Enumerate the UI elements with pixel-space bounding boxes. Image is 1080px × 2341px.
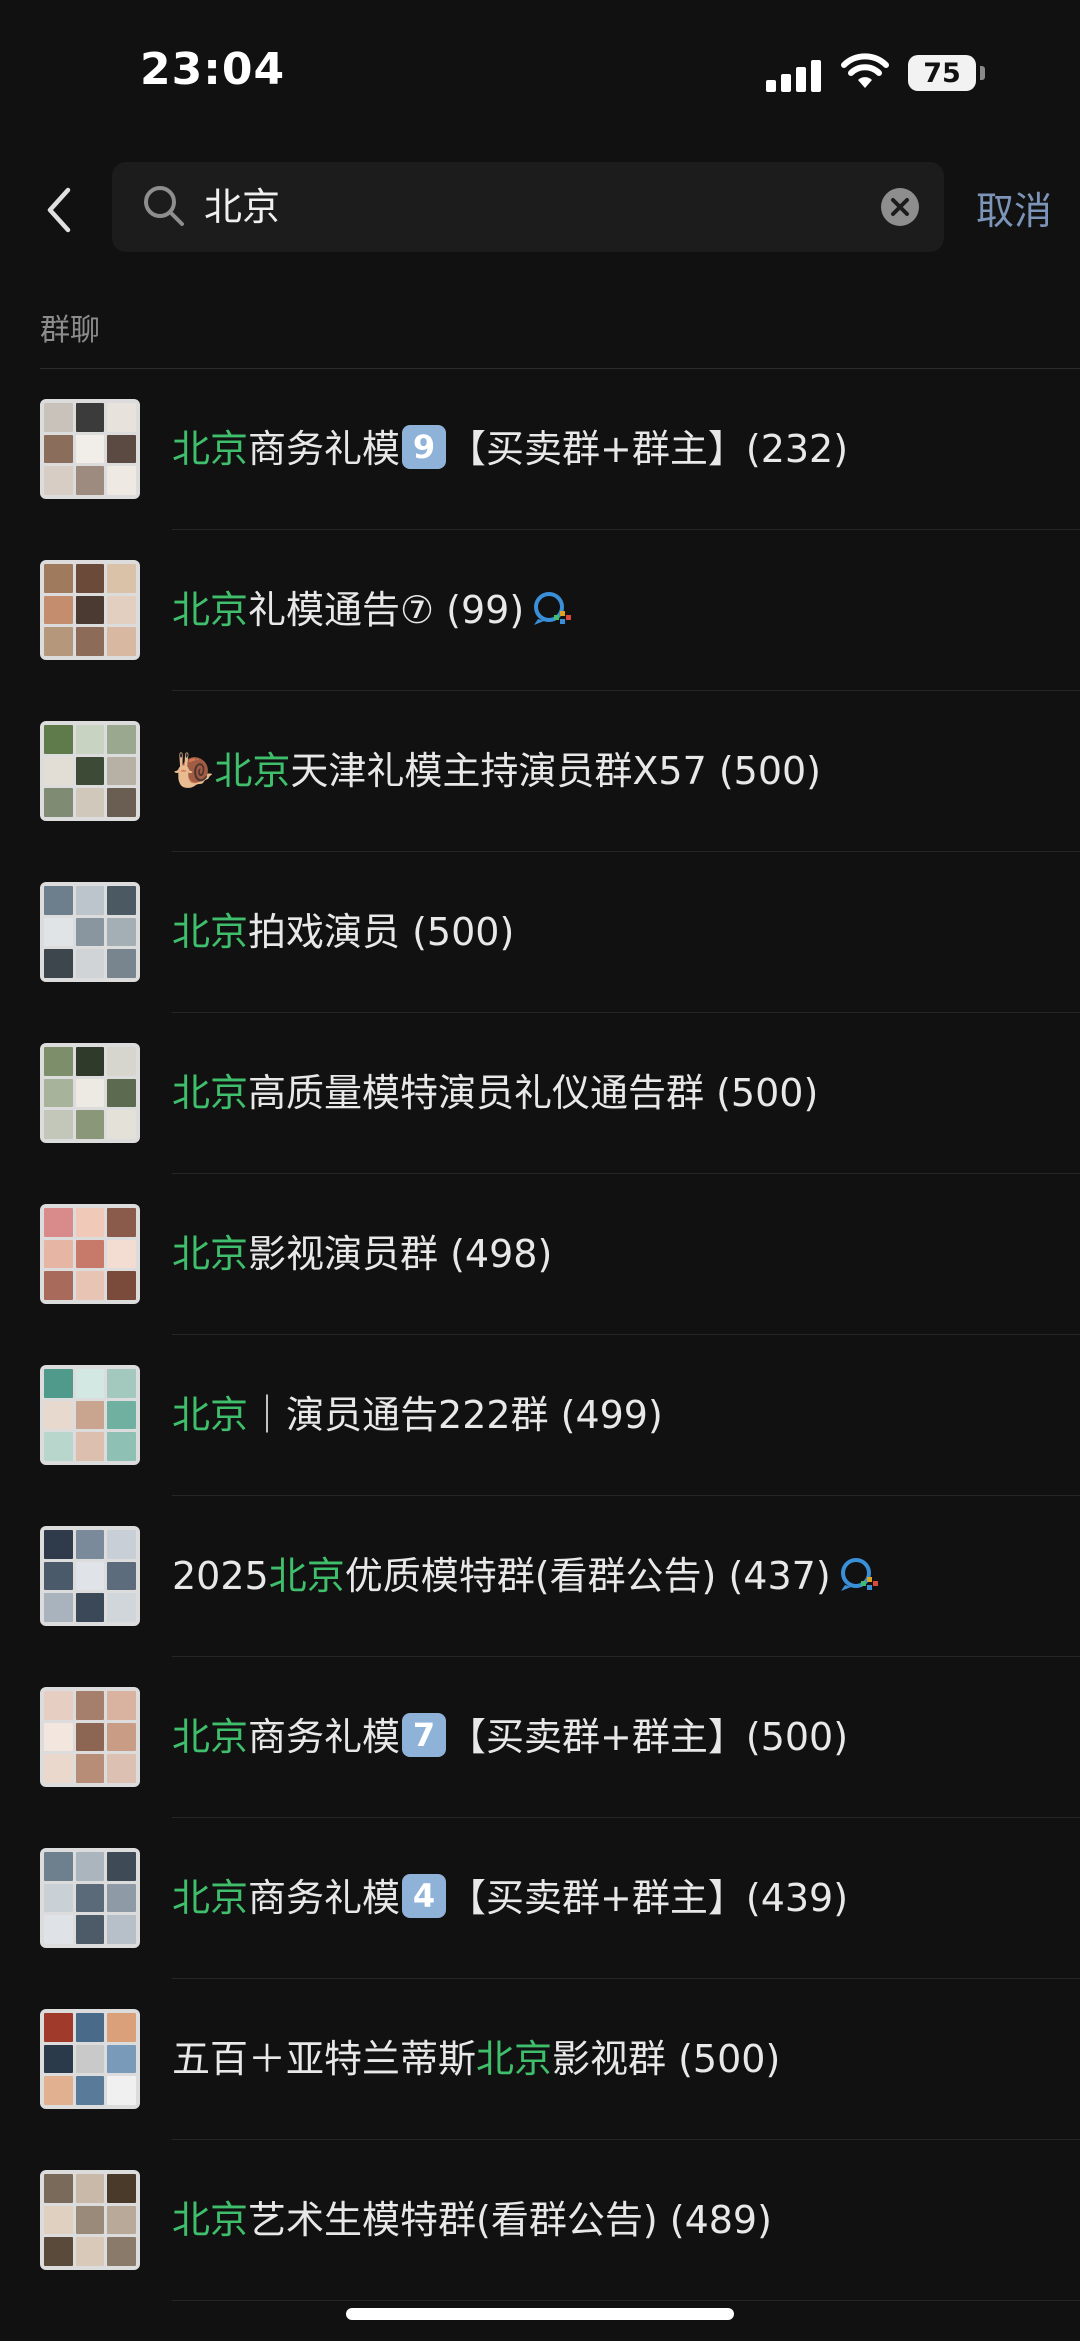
group-avatar [40, 1848, 140, 1948]
group-chat-row[interactable]: 五百＋亚特兰蒂斯北京影视群 (500) [0, 1979, 1080, 2140]
group-chat-name: 北京｜演员通告222群 (499) [172, 1385, 663, 1445]
group-chat-row[interactable]: 北京拍戏演员 (500) [0, 852, 1080, 1013]
group-name-rest: 影视群 (500) [552, 2037, 781, 2081]
section-title-group-chats: 群聊 [40, 313, 100, 348]
keycap-number-badge: 4 [402, 1874, 447, 1918]
group-avatar [40, 1526, 140, 1626]
group-chat-row[interactable]: 北京商务礼模 7 【买卖群+群主】(500) [0, 1657, 1080, 1818]
clear-search-icon[interactable] [880, 187, 920, 227]
group-chat-name: 北京高质量模特演员礼仪通告群 (500) [172, 1063, 818, 1123]
battery-icon: 75 [908, 55, 976, 91]
group-avatar [40, 1687, 140, 1787]
group-name-suffix: 【买卖群+群主】(500) [448, 1715, 849, 1759]
group-chat-row[interactable]: 北京｜演员通告222群 (499) [0, 1335, 1080, 1496]
group-name-suffix: 【买卖群+群主】(232) [448, 427, 849, 471]
search-match-highlight: 北京 [172, 1393, 249, 1437]
group-name-prefix: 五百＋亚特兰蒂斯 [172, 2037, 477, 2081]
keycap-number-badge: 7 [402, 1713, 447, 1757]
group-name-rest: 礼模通告⑦ (99) [248, 588, 525, 632]
group-avatar [40, 2009, 140, 2109]
enterprise-chat-icon [534, 592, 572, 625]
group-avatar [40, 399, 140, 499]
group-chat-name: 北京商务礼模 4 【买卖群+群主】(439) [172, 1868, 848, 1928]
search-match-highlight: 北京 [214, 749, 291, 793]
group-chat-name: 北京影视演员群 (498) [172, 1224, 552, 1284]
search-match-highlight: 北京 [172, 910, 249, 954]
search-match-highlight: 北京 [172, 1071, 249, 1115]
group-chat-name: 北京艺术生模特群(看群公告) (489) [172, 2190, 772, 2250]
group-avatar [40, 2170, 140, 2270]
group-chat-name: 北京拍戏演员 (500) [172, 902, 514, 962]
group-chat-name: 北京商务礼模 7 【买卖群+群主】(500) [172, 1707, 848, 1767]
battery-level: 75 [923, 57, 961, 89]
search-match-highlight: 北京 [172, 1876, 249, 1920]
group-chat-name: 北京礼模通告⑦ (99) [172, 580, 574, 640]
group-name-rest: ｜演员通告222群 (499) [248, 1393, 663, 1437]
cellular-signal-icon [766, 58, 822, 92]
search-match-highlight: 北京 [268, 1554, 345, 1598]
group-name-suffix: 【买卖群+群主】(439) [448, 1876, 849, 1920]
group-chat-list: 北京商务礼模 9 【买卖群+群主】(232) 北京礼模通告⑦ (99) 🐌北京天津礼模主… [0, 369, 1080, 2301]
group-name-rest: 艺术生模特群(看群公告) (489) [248, 2198, 772, 2242]
search-match-highlight: 北京 [172, 588, 249, 632]
group-chat-row[interactable]: 北京商务礼模 9 【买卖群+群主】(232) [0, 369, 1080, 530]
search-match-highlight: 北京 [172, 1715, 249, 1759]
search-match-highlight: 北京 [172, 427, 249, 471]
group-avatar [40, 560, 140, 660]
battery-tip [980, 66, 985, 80]
group-avatar [40, 1204, 140, 1304]
back-chevron-icon[interactable] [38, 180, 78, 240]
snail-emoji-icon: 🐌 [172, 751, 215, 791]
home-indicator[interactable] [346, 2308, 734, 2320]
keycap-number-badge: 9 [402, 425, 447, 469]
cancel-button[interactable]: 取消 [976, 186, 1052, 236]
search-input[interactable]: 北京 [204, 182, 280, 232]
group-avatar [40, 1043, 140, 1143]
search-match-highlight: 北京 [476, 2037, 553, 2081]
group-avatar [40, 721, 140, 821]
search-box[interactable]: 北京 [112, 162, 944, 252]
group-avatar [40, 882, 140, 982]
group-chat-name: 🐌北京天津礼模主持演员群X57 (500) [172, 741, 821, 801]
group-name-rest: 商务礼模 [248, 1876, 401, 1920]
group-name-rest: 优质模特群(看群公告) (437) [344, 1554, 831, 1598]
search-icon [144, 186, 184, 226]
group-chat-name: 北京商务礼模 9 【买卖群+群主】(232) [172, 419, 848, 479]
enterprise-chat-icon [840, 1558, 878, 1591]
group-avatar [40, 1365, 140, 1465]
group-chat-row[interactable]: 北京影视演员群 (498) [0, 1174, 1080, 1335]
group-name-rest: 拍戏演员 (500) [248, 910, 515, 954]
group-chat-row[interactable]: 北京礼模通告⑦ (99) [0, 530, 1080, 691]
group-chat-row[interactable]: 🐌北京天津礼模主持演员群X57 (500) [0, 691, 1080, 852]
group-name-rest: 影视演员群 (498) [248, 1232, 553, 1276]
group-chat-row[interactable]: 北京艺术生模特群(看群公告) (489) [0, 2140, 1080, 2301]
search-header: 北京 取消 [0, 150, 1080, 276]
status-bar: 23:04 75 [0, 0, 1080, 150]
group-chat-row[interactable]: 北京商务礼模 4 【买卖群+群主】(439) [0, 1818, 1080, 1979]
wifi-icon [841, 53, 889, 88]
group-name-prefix: 2025 [172, 1554, 269, 1598]
group-name-rest: 天津礼模主持演员群X57 (500) [290, 749, 822, 793]
row-divider [172, 2300, 1080, 2301]
group-chat-name: 2025北京优质模特群(看群公告) (437) [172, 1546, 881, 1606]
search-match-highlight: 北京 [172, 2198, 249, 2242]
group-chat-row[interactable]: 北京高质量模特演员礼仪通告群 (500) [0, 1013, 1080, 1174]
status-time: 23:04 [140, 44, 286, 95]
group-name-rest: 高质量模特演员礼仪通告群 (500) [248, 1071, 819, 1115]
group-chat-name: 五百＋亚特兰蒂斯北京影视群 (500) [172, 2029, 780, 2089]
group-name-rest: 商务礼模 [248, 1715, 401, 1759]
search-match-highlight: 北京 [172, 1232, 249, 1276]
group-chat-row[interactable]: 2025北京优质模特群(看群公告) (437) [0, 1496, 1080, 1657]
group-name-rest: 商务礼模 [248, 427, 401, 471]
